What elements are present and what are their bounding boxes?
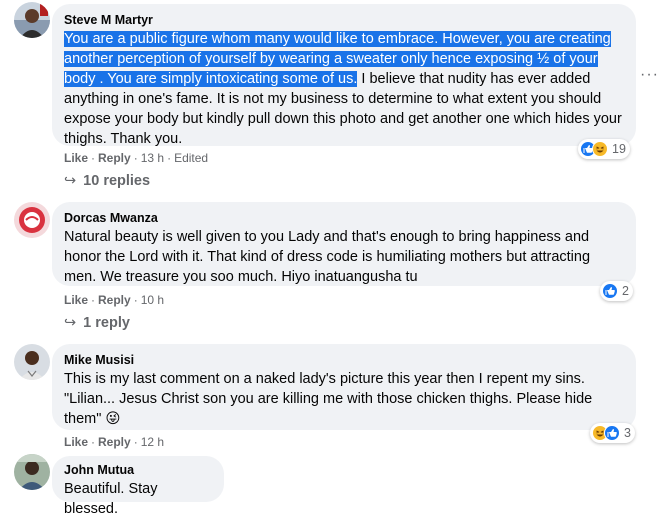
reaction-summary[interactable]: 19 — [578, 139, 630, 159]
like-button[interactable]: Like — [64, 293, 88, 307]
reaction-summary[interactable]: 2 — [600, 281, 633, 301]
like-reaction-icon — [604, 425, 620, 441]
comment-author[interactable]: John Mutua — [64, 462, 212, 478]
reply-button[interactable]: Reply — [98, 435, 131, 449]
haha-reaction-icon — [592, 141, 608, 157]
avatar[interactable] — [14, 202, 50, 238]
comment-time[interactable]: 13 h — [141, 151, 164, 165]
replies-label: 10 replies — [83, 173, 151, 189]
view-replies-button[interactable]: ↪ 10 replies — [64, 171, 150, 191]
replies-label: 1 reply — [83, 315, 130, 331]
reaction-count: 19 — [612, 142, 626, 156]
comment-actions: Like · Reply · 10 h — [64, 293, 165, 307]
comment-bubble: Mike Musisi This is my last comment on a… — [52, 344, 636, 430]
comment-bubble: John Mutua Beautiful. Stay blessed. — [52, 456, 224, 517]
reply-arrow-icon: ↪ — [64, 173, 77, 189]
avatar[interactable] — [14, 344, 50, 380]
comment-author[interactable]: Mike Musisi — [64, 352, 624, 368]
avatar[interactable] — [14, 454, 50, 490]
comment-actions: Like · Reply · 13 h · Edited — [64, 151, 209, 165]
comment-bubble: Dorcas Mwanza Natural beauty is well giv… — [52, 202, 636, 286]
avatar-image — [14, 2, 50, 38]
comment-author[interactable]: Dorcas Mwanza — [64, 210, 624, 226]
comment-text: Beautiful. Stay blessed. — [64, 481, 158, 517]
comment-author[interactable]: Steve M Martyr — [64, 12, 624, 28]
comment-text: This is my last comment on a naked lady'… — [64, 371, 593, 427]
reply-button[interactable]: Reply — [98, 293, 131, 307]
like-button[interactable]: Like — [64, 435, 88, 449]
comment-text: Natural beauty is well given to you Lady… — [64, 229, 591, 285]
comment-text: You are a public figure whom many would … — [64, 29, 624, 149]
more-options-icon[interactable]: ··· — [640, 67, 659, 83]
avatar-image — [14, 454, 50, 490]
comment-time[interactable]: 10 h — [141, 293, 164, 307]
reply-button[interactable]: Reply — [98, 151, 131, 165]
view-replies-button[interactable]: ↪ 1 reply — [64, 313, 130, 333]
comment-actions: Like · Reply · 12 h — [64, 435, 165, 449]
comment-time[interactable]: 12 h — [141, 435, 164, 449]
like-button[interactable]: Like — [64, 151, 88, 165]
reply-arrow-icon: ↪ — [64, 315, 77, 331]
like-reaction-icon — [602, 283, 618, 299]
reaction-count: 2 — [622, 284, 629, 298]
avatar-image — [14, 202, 50, 238]
reaction-count: 3 — [624, 426, 631, 440]
avatar[interactable] — [14, 2, 50, 38]
reaction-summary[interactable]: 3 — [590, 423, 635, 443]
avatar-image — [14, 344, 50, 380]
edited-label: Edited — [174, 151, 209, 165]
comment-bubble: Steve M Martyr You are a public figure w… — [52, 4, 636, 149]
